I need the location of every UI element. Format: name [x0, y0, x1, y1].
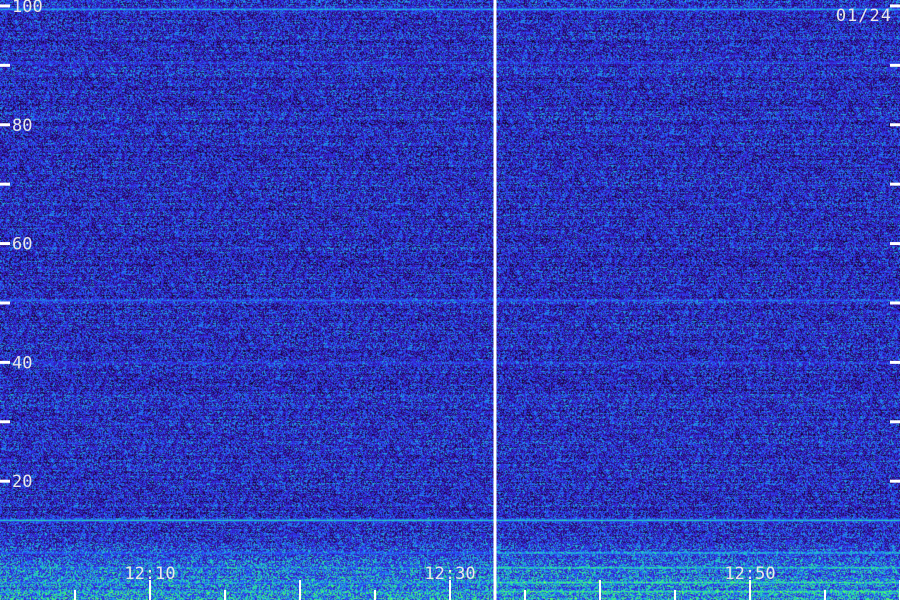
x-tick-label: 12:10 [124, 564, 175, 584]
date-label: 01/24 [835, 6, 892, 26]
y-tick-label: 60 [12, 235, 32, 255]
x-tick-label: 12:30 [424, 564, 475, 584]
y-tick-label: 100 [12, 0, 43, 17]
y-tick-label: 80 [12, 116, 32, 136]
x-tick-label: 12:50 [724, 564, 775, 584]
y-tick-label: 40 [12, 353, 32, 373]
y-tick-label: 20 [12, 472, 32, 492]
x-axis-ticks: 12:10 12:30 12:50 [74, 564, 900, 600]
chart-overlay: 20 40 60 80 100 12:10 12:30 12:50 [0, 0, 900, 600]
y-axis-ticks: 20 40 60 80 100 [0, 0, 900, 492]
